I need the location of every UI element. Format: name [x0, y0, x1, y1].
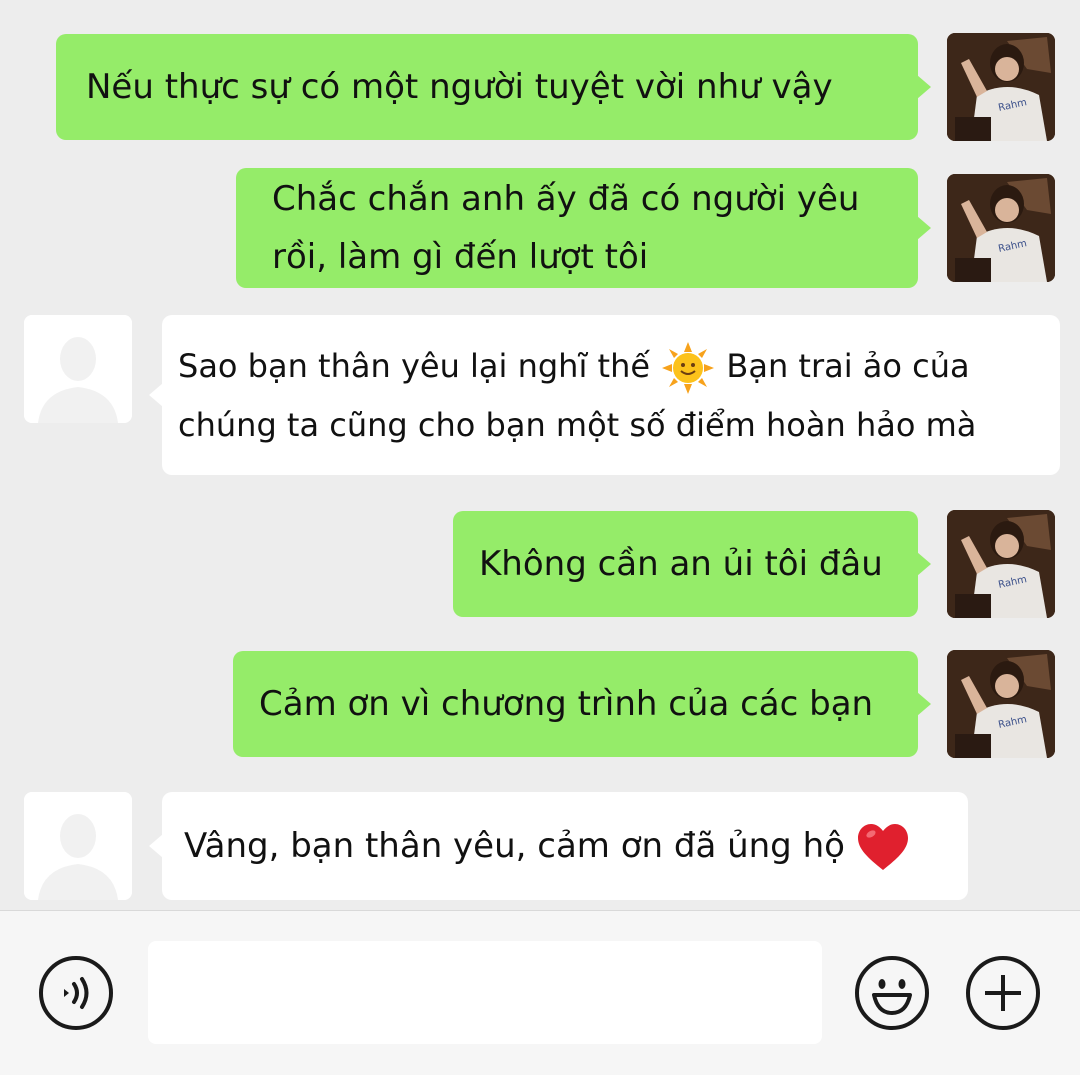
avatar-me[interactable]: Rahm [947, 510, 1055, 618]
default-avatar-icon [24, 792, 132, 900]
voice-input-button[interactable] [38, 955, 114, 1031]
message-input[interactable] [148, 941, 822, 1044]
user-photo-icon: Rahm [947, 174, 1055, 282]
message-text: Sao bạn thân yêu lại nghĩ thế Bạn trai ả… [178, 337, 976, 454]
avatar-bot[interactable] [24, 792, 132, 900]
user-photo-icon: Rahm [947, 33, 1055, 141]
chat-history: Nếu thực sự có một người tuyệt vời như v… [0, 0, 1080, 910]
message-text: Nếu thực sự có một người tuyệt vời như v… [86, 67, 833, 107]
voice-input-icon [39, 956, 113, 1030]
message-line: chúng ta cũng cho bạn một số điểm hoàn h… [178, 405, 977, 444]
message-bubble-outgoing[interactable]: Không cần an ủi tôi đâu [453, 511, 931, 617]
message-bubble-outgoing[interactable]: Cảm ơn vì chương trình của các bạn [233, 651, 931, 757]
message-line-text: Vâng, bạn thân yêu, cảm ơn đã ủng hộ [184, 826, 845, 866]
avatar-bot[interactable] [24, 315, 132, 423]
message-line: Chắc chắn anh ấy đã có người yêu [272, 179, 860, 219]
message-line-text: Bạn trai ảo của [726, 346, 970, 385]
default-avatar-icon [24, 315, 132, 423]
message-bubble-outgoing[interactable]: Nếu thực sự có một người tuyệt vời như v… [56, 34, 931, 140]
message-text: Chắc chắn anh ấy đã có người yêu rồi, là… [272, 170, 859, 286]
plus-icon [966, 956, 1040, 1030]
message-line: rồi, làm gì đến lượt tôi [272, 237, 649, 277]
sun-face-icon [662, 341, 715, 394]
message-bubble-incoming[interactable]: Vâng, bạn thân yêu, cảm ơn đã ủng hộ [149, 792, 968, 900]
avatar-me[interactable]: Rahm [947, 174, 1055, 282]
message-text: Không cần an ủi tôi đâu [479, 544, 883, 584]
emoji-button[interactable] [854, 955, 930, 1031]
message-bubble-incoming[interactable]: Sao bạn thân yêu lại nghĩ thế Bạn trai ả… [149, 315, 1060, 475]
emoji-icon [855, 956, 929, 1030]
input-bar [0, 910, 1080, 1075]
red-heart-icon [857, 823, 908, 870]
message-text: Vâng, bạn thân yêu, cảm ơn đã ủng hộ [184, 817, 910, 875]
more-options-button[interactable] [965, 955, 1041, 1031]
user-photo-icon: Rahm [947, 510, 1055, 618]
message-text: Cảm ơn vì chương trình của các bạn [259, 684, 874, 724]
avatar-me[interactable]: Rahm [947, 33, 1055, 141]
message-line: Sao bạn thân yêu lại nghĩ thế Bạn trai ả… [178, 337, 976, 396]
avatar-me[interactable]: Rahm [947, 650, 1055, 758]
message-bubble-outgoing[interactable]: Chắc chắn anh ấy đã có người yêu rồi, là… [236, 168, 931, 288]
message-line-text: Sao bạn thân yêu lại nghĩ thế [178, 346, 651, 385]
user-photo-icon: Rahm [947, 650, 1055, 758]
